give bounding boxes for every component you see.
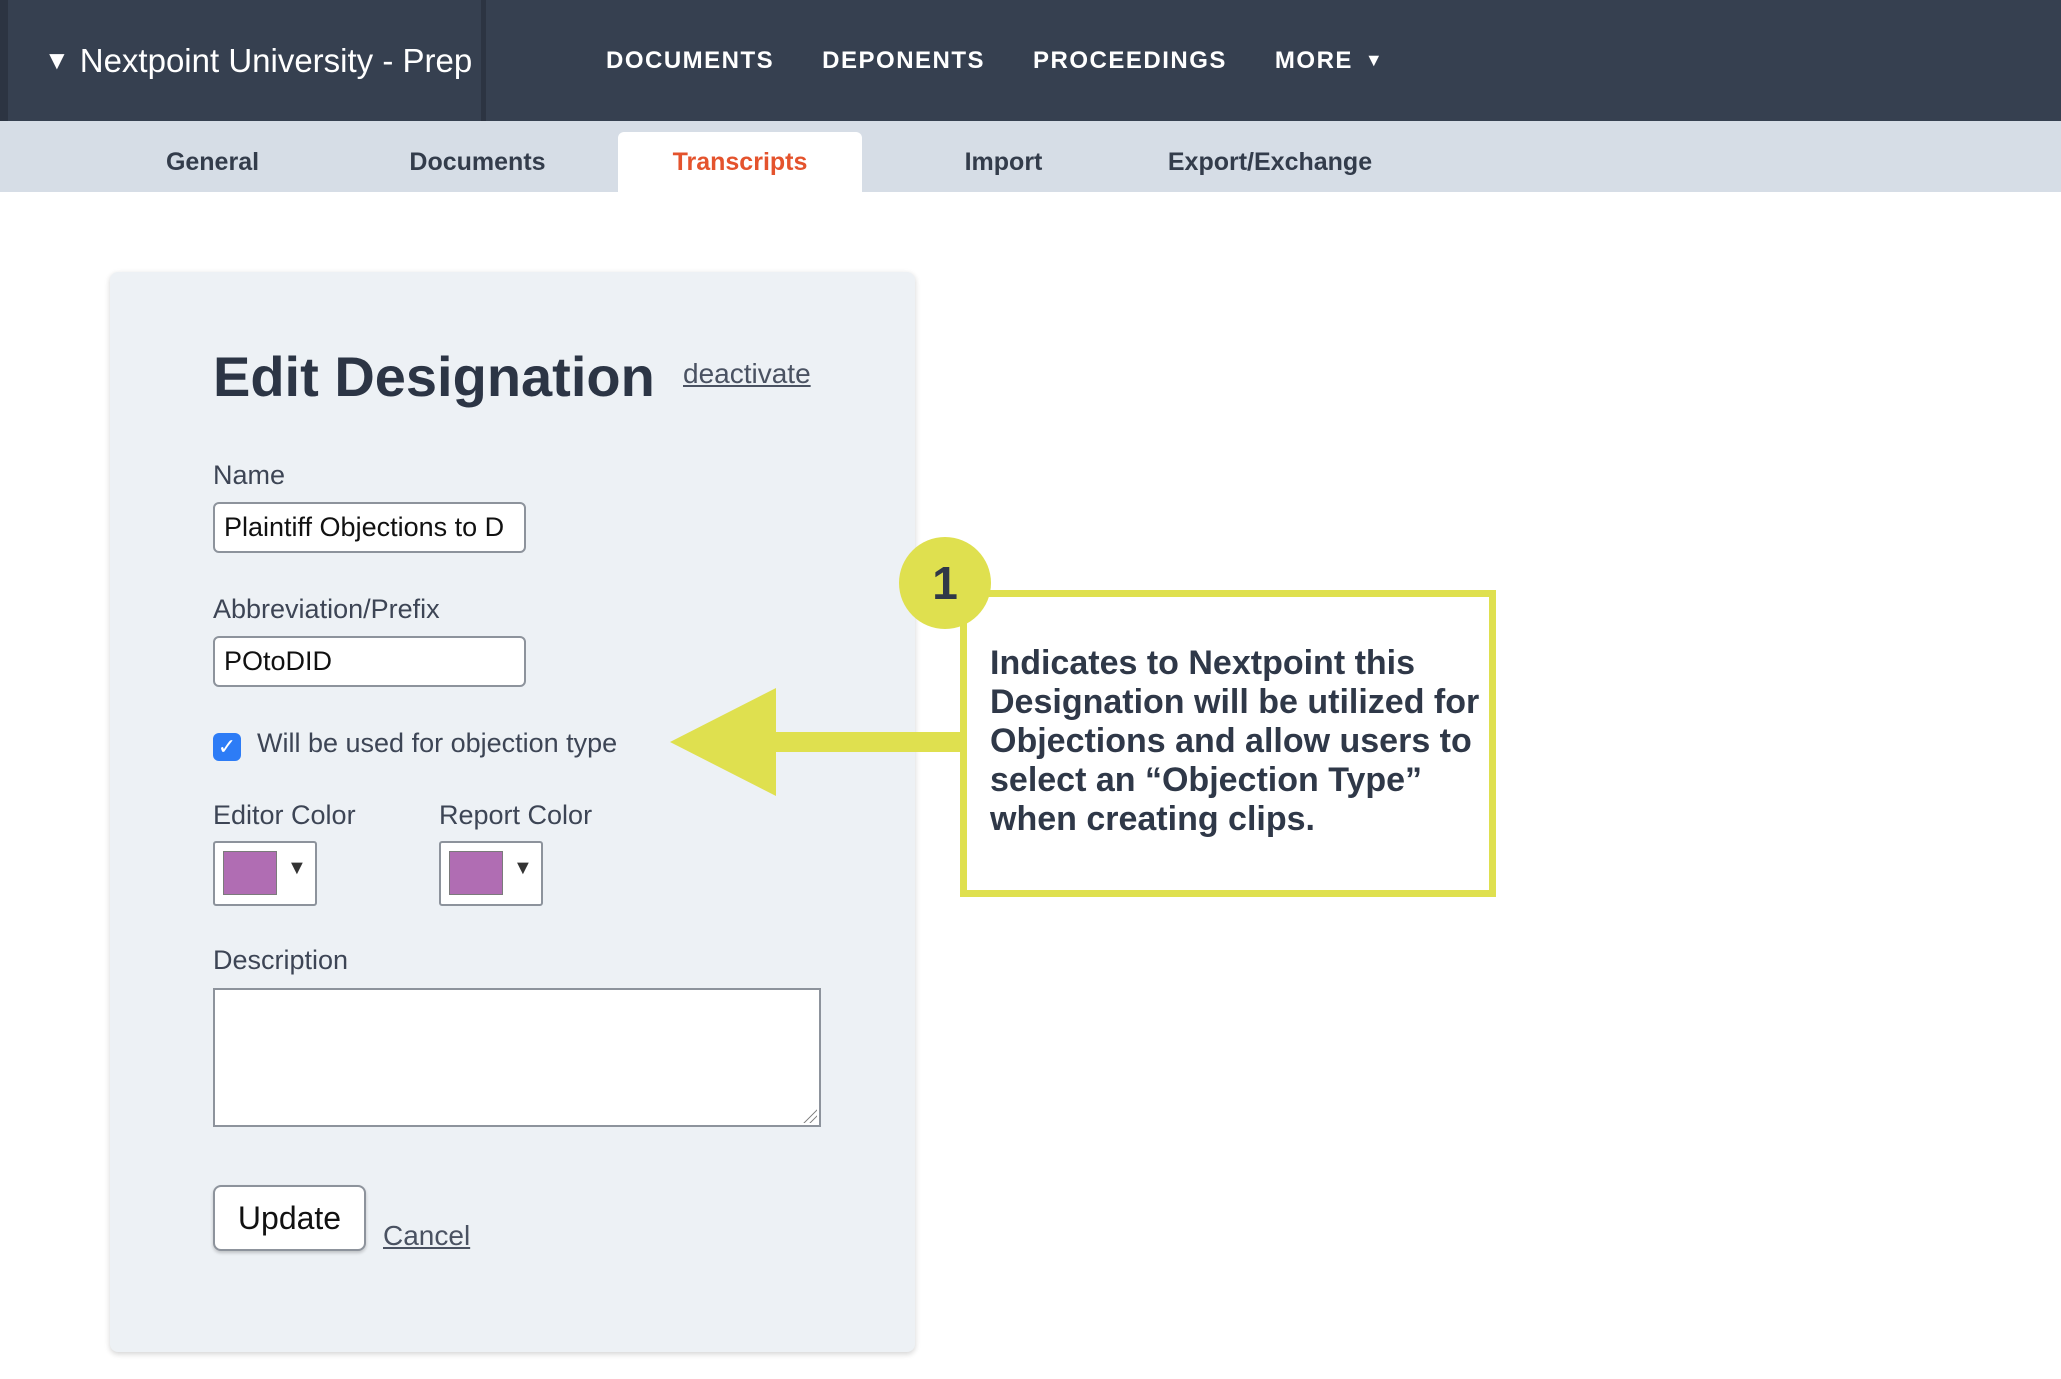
chevron-down-icon: ▼	[513, 857, 533, 879]
cancel-link[interactable]: Cancel	[383, 1220, 470, 1252]
chevron-down-icon: ▼	[287, 857, 307, 879]
editor-color-label: Editor Color	[213, 800, 356, 830]
top-nav-bar: ▼ Nextpoint University - Prep DOCUMENTS …	[0, 0, 2061, 121]
description-label: Description	[213, 945, 349, 975]
objection-type-checkbox[interactable]: ✓	[213, 733, 241, 761]
resize-grip-icon[interactable]	[803, 1109, 817, 1123]
callout-text: Indicates to Nextpoint this Designation …	[990, 644, 1480, 838]
callout-number-badge: 1	[899, 537, 991, 629]
report-color-picker[interactable]: ▼	[439, 841, 543, 906]
nav-label: DOCUMENTS	[606, 46, 775, 74]
tab-general[interactable]: General	[115, 132, 310, 192]
nav-label: DEPONENTS	[822, 46, 986, 74]
deactivate-link[interactable]: deactivate	[683, 358, 811, 390]
caret-down-icon: ▼	[1364, 50, 1385, 70]
name-label: Name	[213, 460, 286, 490]
checkmark-icon: ✓	[217, 734, 237, 759]
abbreviation-label: Abbreviation/Prefix	[213, 594, 440, 624]
page-title: Edit Designation	[213, 345, 655, 408]
nav-deponents[interactable]: DEPONENTS	[822, 47, 985, 75]
report-color-label: Report Color	[439, 800, 593, 830]
editor-color-swatch	[223, 851, 277, 895]
update-button[interactable]: Update	[213, 1185, 366, 1251]
primary-nav: DOCUMENTS DEPONENTS PROCEEDINGS MORE ▼	[606, 0, 1432, 121]
nav-proceedings[interactable]: PROCEEDINGS	[1033, 47, 1227, 75]
name-field[interactable]: Plaintiff Objections to D	[213, 502, 526, 553]
nav-label: PROCEEDINGS	[1033, 46, 1227, 74]
workspace-switcher[interactable]: ▼ Nextpoint University - Prep	[0, 0, 486, 121]
tab-transcripts[interactable]: Transcripts	[618, 132, 862, 192]
caret-down-icon: ▼	[44, 45, 70, 75]
workspace-name: Nextpoint University - Prep	[79, 41, 473, 79]
nav-documents[interactable]: DOCUMENTS	[606, 47, 774, 75]
editor-color-picker[interactable]: ▼	[213, 841, 317, 906]
objection-type-label: Will be used for objection type	[257, 728, 618, 758]
nav-label: MORE	[1274, 46, 1353, 74]
nav-more[interactable]: MORE ▼	[1275, 47, 1384, 75]
callout-arrow	[670, 688, 965, 796]
abbreviation-field[interactable]: POtoDID	[213, 636, 526, 687]
tab-export-exchange[interactable]: Export/Exchange	[1140, 132, 1400, 192]
tab-import[interactable]: Import	[906, 132, 1101, 192]
tab-documents[interactable]: Documents	[380, 132, 575, 192]
report-color-swatch	[449, 851, 503, 895]
edit-designation-panel: Edit Designation deactivate Name Plainti…	[110, 272, 915, 1352]
description-textarea[interactable]	[213, 988, 821, 1127]
settings-tabs: General Documents Transcripts Import Exp…	[0, 121, 2061, 192]
